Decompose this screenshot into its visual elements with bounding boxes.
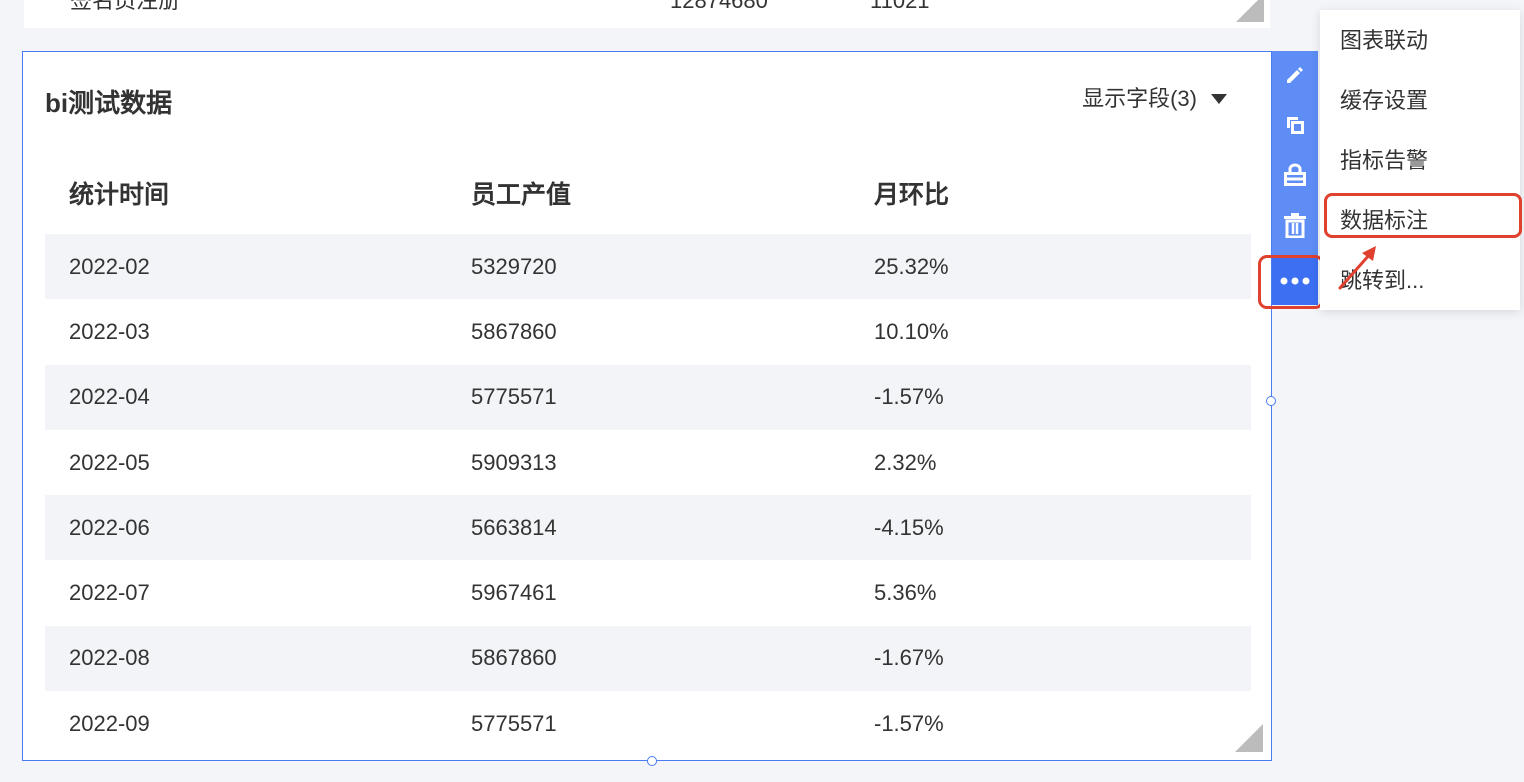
table-cell: 2022-08 xyxy=(69,645,150,671)
column-header-time[interactable]: 统计时间 xyxy=(45,175,447,211)
table-cell: 5329720 xyxy=(471,253,557,279)
table-row: 2022-03 5867860 10.10% xyxy=(45,299,1251,364)
table-cell: -1.67% xyxy=(874,645,944,671)
table-cell: -4.15% xyxy=(874,514,944,540)
table-cell: 5775571 xyxy=(471,710,557,736)
lock-icon xyxy=(1284,163,1306,186)
table-row: 2022-02 5329720 25.32% xyxy=(45,234,1251,300)
table-cell: 5867860 xyxy=(471,645,557,671)
table-cell: 2.32% xyxy=(874,449,937,475)
resize-handle-bottom[interactable] xyxy=(647,756,657,766)
caret-down-icon xyxy=(1211,94,1227,104)
table-cell: 5909313 xyxy=(471,449,557,475)
table-chart-card[interactable]: bi测试数据 显示字段(3) 统计时间 员工产值 月环比 2022-02 532… xyxy=(22,51,1272,761)
table-row: 2022-08 5867860 -1.67% xyxy=(45,625,1251,692)
table-cell: 2022-02 xyxy=(69,253,150,279)
table-cell: 2022-03 xyxy=(69,318,150,344)
annotation-arrow-icon xyxy=(1338,246,1376,290)
field-display-label: 显示字段(3) xyxy=(1082,86,1197,111)
annotation-highlight-more xyxy=(1258,255,1324,309)
table-cell: 2022-06 xyxy=(69,514,150,540)
lock-button[interactable] xyxy=(1272,151,1318,199)
table-cell: -1.57% xyxy=(874,710,944,736)
previous-table-cell: 签名员注册 xyxy=(70,0,181,13)
resize-handle-right[interactable] xyxy=(1266,396,1276,406)
column-header-mom[interactable]: 月环比 xyxy=(850,175,1251,211)
menu-item-chart-linkage[interactable]: 图表联动 xyxy=(1340,26,1428,56)
column-header-output[interactable]: 员工产值 xyxy=(447,175,850,211)
table-header-row: 统计时间 员工产值 月环比 xyxy=(45,152,1251,234)
edit-icon xyxy=(1287,67,1303,83)
table-row: 2022-06 5663814 -4.15% xyxy=(45,495,1251,561)
field-display-dropdown[interactable]: 显示字段(3) xyxy=(1082,84,1227,114)
table-cell: 2022-05 xyxy=(69,449,150,475)
table-cell: 5.36% xyxy=(874,580,937,606)
annotation-highlight-menu-item xyxy=(1324,193,1522,238)
copy-icon xyxy=(1287,117,1304,134)
table-cell: 10.10% xyxy=(874,318,949,344)
previous-chart-card[interactable]: 签名员注册 12874680 11021 xyxy=(24,0,1270,28)
resize-handle-icon[interactable] xyxy=(1235,724,1263,752)
menu-item-cache-settings[interactable]: 缓存设置 xyxy=(1340,86,1428,116)
menu-item-metric-alert[interactable]: 指标告警 xyxy=(1340,146,1428,176)
table-cell: 5867860 xyxy=(471,318,557,344)
previous-table-cell: 11021 xyxy=(870,0,930,13)
previous-table-cell: 12874680 xyxy=(670,0,768,13)
table-row: 2022-07 5967461 5.36% xyxy=(45,560,1251,625)
trash-icon xyxy=(1284,213,1306,238)
dashboard-canvas: 签名员注册 12874680 11021 bi测试数据 显示字段(3) 统计时间… xyxy=(0,0,1524,782)
table-row: 2022-04 5775571 -1.57% xyxy=(45,364,1251,430)
data-table: 统计时间 员工产值 月环比 2022-02 5329720 25.32% 202… xyxy=(45,152,1251,756)
table-cell: -1.57% xyxy=(874,384,944,410)
table-cell: 5663814 xyxy=(471,514,557,540)
delete-button[interactable] xyxy=(1272,201,1318,249)
card-title: bi测试数据 xyxy=(45,88,173,118)
table-row: 2022-05 5909313 2.32% xyxy=(45,430,1251,495)
table-cell: 5775571 xyxy=(471,384,557,410)
table-cell: 5967461 xyxy=(471,580,557,606)
table-row: 2022-09 5775571 -1.57% xyxy=(45,691,1251,756)
table-cell: 25.32% xyxy=(874,253,949,279)
table-cell: 2022-04 xyxy=(69,384,150,410)
table-cell: 2022-07 xyxy=(69,580,150,606)
edit-button[interactable] xyxy=(1272,51,1318,99)
table-cell: 2022-09 xyxy=(69,710,150,736)
copy-button[interactable] xyxy=(1272,101,1318,149)
resize-handle-icon[interactable] xyxy=(1236,0,1264,22)
